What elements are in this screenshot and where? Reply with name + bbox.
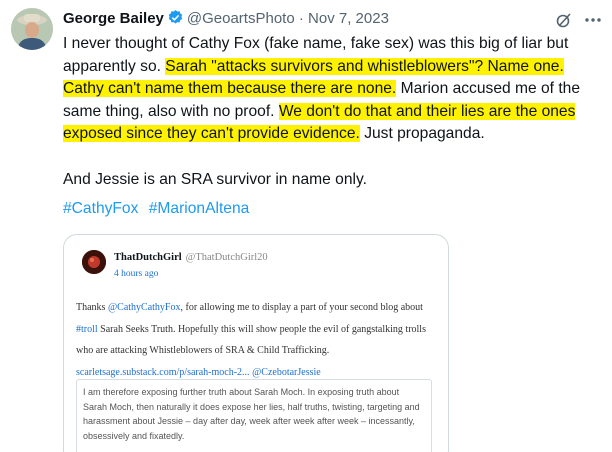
- embedded-hashtag: #troll: [76, 323, 98, 335]
- hashtag-link[interactable]: #MarionAltena: [149, 200, 250, 217]
- text-segment: Just propaganda.: [359, 125, 485, 143]
- author-avatar[interactable]: [11, 8, 53, 50]
- embedded-link: scarletsage.substack.com/p/sarah-moch-2.…: [76, 366, 250, 378]
- embedded-quote: I am therefore exposing further truth ab…: [76, 379, 432, 452]
- embedded-time: 4 hours ago: [114, 269, 159, 279]
- author-handle[interactable]: @GeoartsPhoto: [187, 10, 295, 27]
- embedded-text: Sarah Seeks Truth. Hopefully this will s…: [76, 323, 426, 357]
- grok-icon[interactable]: [555, 11, 573, 29]
- tweet-paragraph-2: And Jessie is an SRA survivor in name on…: [63, 170, 367, 188]
- embedded-image-card[interactable]: ThatDutchGirl @ThatDutchGirl20 4 hours ag…: [63, 234, 449, 452]
- separator-dot: ·: [298, 10, 304, 27]
- embedded-body: Thanks @CathyCathyFox, for allowing me t…: [76, 297, 436, 383]
- embedded-mention: @CathyCathyFox: [107, 302, 181, 313]
- embedded-mention: @CzebotarJessie: [252, 366, 321, 378]
- tweet-header: George Bailey @GeoartsPhoto · Nov 7, 2023: [63, 9, 389, 29]
- author-name[interactable]: George Bailey: [63, 10, 164, 27]
- embedded-text: Thanks: [76, 302, 108, 313]
- embedded-avatar: [82, 250, 106, 274]
- hashtag-link[interactable]: #CathyFox: [63, 200, 138, 217]
- hashtags: #CathyFox #MarionAltena: [63, 199, 255, 219]
- tweet-paragraph-1: I never thought of Cathy Fox (fake name,…: [63, 33, 608, 146]
- more-options-icon[interactable]: [583, 12, 603, 28]
- embedded-header: ThatDutchGirl @ThatDutchGirl20: [114, 252, 268, 263]
- embedded-handle: @ThatDutchGirl20: [185, 252, 268, 263]
- embedded-text: , for allowing me to display a part of y…: [180, 302, 423, 313]
- tweet-body: I never thought of Cathy Fox (fake name,…: [63, 33, 608, 191]
- tweet-date[interactable]: Nov 7, 2023: [308, 10, 389, 27]
- embedded-name: ThatDutchGirl: [114, 252, 182, 263]
- verified-badge-icon: [167, 9, 184, 26]
